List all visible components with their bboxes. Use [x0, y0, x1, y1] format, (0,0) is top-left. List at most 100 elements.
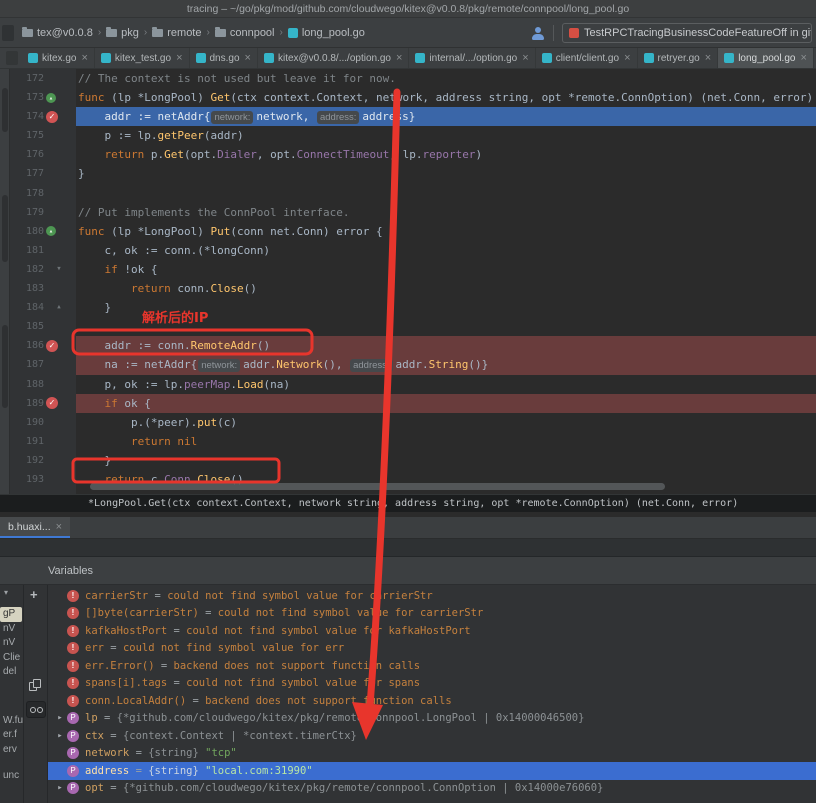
line-number[interactable]: 186: [10, 336, 46, 355]
breadcrumb-item[interactable]: long_pool.go: [285, 27, 368, 39]
code-line[interactable]: 185: [10, 317, 816, 336]
variable-row[interactable]: !kafkaHostPort = could not find symbol v…: [48, 622, 816, 640]
close-tab-icon[interactable]: ×: [624, 52, 630, 64]
line-number[interactable]: 193: [10, 470, 46, 489]
variable-row[interactable]: ▸Pctx = {context.Context | *context.time…: [48, 727, 816, 745]
line-number[interactable]: 178: [10, 184, 46, 203]
code-line[interactable]: 189✓ if ok {: [10, 394, 816, 413]
frame-item[interactable]: er.f: [0, 728, 23, 743]
code-line[interactable]: 176 return p.Get(opt.Dialer, opt.Connect…: [10, 145, 816, 164]
frame-item[interactable]: gP: [0, 607, 22, 622]
breadcrumb-item[interactable]: tex@v0.0.8: [19, 27, 96, 39]
frame-item[interactable]: unc: [0, 769, 23, 784]
expand-chevron-icon[interactable]: ▸: [53, 783, 67, 793]
line-number[interactable]: 192: [10, 451, 46, 470]
line-number[interactable]: 173: [10, 88, 46, 107]
code-line[interactable]: 181 c, ok := conn.(*longConn): [10, 241, 816, 260]
code-line[interactable]: 188 p, ok := lp.peerMap.Load(na): [10, 375, 816, 394]
close-tab-icon[interactable]: ×: [176, 52, 182, 64]
breadcrumb-item[interactable]: connpool: [212, 27, 278, 39]
breakpoint-icon[interactable]: ✓: [46, 397, 58, 409]
line-number[interactable]: 185: [10, 317, 46, 336]
code-line[interactable]: 180▴func (lp *LongPool) Put(conn net.Con…: [10, 222, 816, 241]
line-number[interactable]: 180: [10, 222, 46, 241]
breakpoint-icon[interactable]: ✓: [46, 111, 58, 123]
code-line[interactable]: 179// Put implements the ConnPool interf…: [10, 203, 816, 222]
editor-tab[interactable]: kitex_test.go×: [95, 48, 190, 68]
line-number[interactable]: 184: [10, 298, 46, 317]
variable-row[interactable]: Pnetwork = {string} "tcp": [48, 745, 816, 763]
variable-row[interactable]: Paddress = {string} "local.com:31990": [48, 762, 816, 780]
implements-icon[interactable]: ▴: [46, 93, 56, 103]
line-number[interactable]: 172: [10, 69, 46, 88]
code-line[interactable]: 184▴ }: [10, 298, 816, 317]
expand-chevron-icon[interactable]: ▸: [53, 713, 67, 723]
line-number[interactable]: 181: [10, 241, 46, 260]
implements-icon[interactable]: ▴: [46, 226, 56, 236]
code-line[interactable]: 192 }: [10, 451, 816, 470]
line-number[interactable]: 175: [10, 126, 46, 145]
editor-tab[interactable]: long_pool.go×: [718, 48, 814, 68]
line-number[interactable]: 183: [10, 279, 46, 298]
frame-item[interactable]: erv: [0, 743, 23, 758]
close-tab-icon[interactable]: ×: [396, 52, 402, 64]
close-tab-icon[interactable]: ×: [81, 52, 87, 64]
variable-row[interactable]: ▸Popt = {*github.com/cloudwego/kitex/pkg…: [48, 780, 816, 798]
close-tab-icon[interactable]: ×: [245, 52, 251, 64]
breakpoint-icon[interactable]: ✓: [46, 340, 58, 352]
variable-row[interactable]: ▸Plp = {*github.com/cloudwego/kitex/pkg/…: [48, 710, 816, 728]
user-icon[interactable]: [531, 26, 545, 40]
line-number[interactable]: 191: [10, 432, 46, 451]
variable-row[interactable]: ![]byte(carrierStr) = could not find sym…: [48, 605, 816, 623]
debug-tab[interactable]: b.huaxi... ×: [0, 517, 70, 538]
line-number[interactable]: 190: [10, 413, 46, 432]
add-watch-icon[interactable]: +: [30, 587, 38, 602]
run-configuration-selector[interactable]: TestRPCTracingBusinessCodeFeatureOff in …: [562, 23, 812, 43]
code-line[interactable]: 186✓ addr := conn.RemoteAddr(): [10, 336, 816, 355]
code-line[interactable]: 178: [10, 184, 816, 203]
close-tab-icon[interactable]: ×: [56, 521, 62, 533]
fold-icon[interactable]: ▴: [46, 298, 72, 317]
close-tab-icon[interactable]: ×: [522, 52, 528, 64]
variable-row[interactable]: !carrierStr = could not find symbol valu…: [48, 587, 816, 605]
editor-tab[interactable]: dns.go×: [190, 48, 258, 68]
line-number[interactable]: 187: [10, 355, 46, 374]
frame-item[interactable]: del: [0, 665, 23, 680]
line-number[interactable]: 189: [10, 394, 46, 413]
code-line[interactable]: 190 p.(*peer).put(c): [10, 413, 816, 432]
editor-tab[interactable]: client/client.go×: [536, 48, 638, 68]
close-tab-icon[interactable]: ×: [800, 52, 806, 64]
editor-tab[interactable]: retryer.go×: [638, 48, 719, 68]
code-line[interactable]: 177}: [10, 164, 816, 183]
variable-row[interactable]: !err = could not find symbol value for e…: [48, 640, 816, 658]
frame-item[interactable]: nV: [0, 622, 23, 637]
variable-row[interactable]: !spans[i].tags = could not find symbol v…: [48, 675, 816, 693]
line-number[interactable]: 182: [10, 260, 46, 279]
code-line[interactable]: 187 na := netAddr{network:addr.Network()…: [10, 355, 816, 374]
line-number[interactable]: 188: [10, 375, 46, 394]
code-line[interactable]: 191 return nil: [10, 432, 816, 451]
code-line[interactable]: 175 p := lp.getPeer(addr): [10, 126, 816, 145]
evaluate-glasses-icon[interactable]: [26, 701, 46, 718]
editor-tab[interactable]: kitex.go×: [22, 48, 95, 68]
variable-row[interactable]: !err.Error() = backend does not support …: [48, 657, 816, 675]
frame-item[interactable]: W.fu: [0, 714, 23, 729]
breadcrumb-item[interactable]: remote: [149, 27, 204, 39]
horizontal-scrollbar[interactable]: [90, 483, 665, 490]
copy-icon[interactable]: [29, 679, 42, 692]
expand-chevron-icon[interactable]: ▸: [53, 731, 67, 741]
variable-row[interactable]: !conn.LocalAddr() = backend does not sup…: [48, 692, 816, 710]
fold-icon[interactable]: ▾: [46, 260, 72, 279]
breadcrumb-item[interactable]: pkg: [103, 27, 142, 39]
line-number[interactable]: 174: [10, 107, 46, 126]
close-tab-icon[interactable]: ×: [705, 52, 711, 64]
code-line[interactable]: 174✓ addr := netAddr{network:network, ad…: [10, 107, 816, 126]
editor-tab[interactable]: internal/.../option.go×: [409, 48, 535, 68]
line-number[interactable]: 179: [10, 203, 46, 222]
editor-tab[interactable]: kitex@v0.0.8/.../option.go×: [258, 48, 409, 68]
chevron-down-icon[interactable]: ▾: [4, 588, 8, 597]
line-number[interactable]: 176: [10, 145, 46, 164]
code-line[interactable]: 183 return conn.Close(): [10, 279, 816, 298]
code-line[interactable]: 172// The context is not used but leave …: [10, 69, 816, 88]
line-number[interactable]: 177: [10, 164, 46, 183]
